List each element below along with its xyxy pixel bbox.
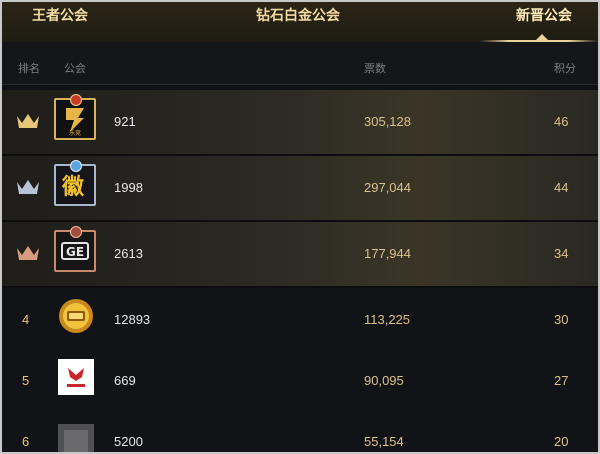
table-row[interactable]: GE 2613 177,944 34 <box>2 222 598 288</box>
gem-icon <box>70 160 82 172</box>
guild-name: 5200 <box>114 434 143 449</box>
guild-logo <box>58 424 94 452</box>
guild-name: 12893 <box>114 312 151 327</box>
guild-score: 44 <box>554 180 569 195</box>
tab-king-guild[interactable]: 王者公会 <box>32 5 88 25</box>
guild-name: 1998 <box>114 180 143 195</box>
bronze-crown-icon <box>17 246 39 260</box>
guild-logo: 徽 <box>54 160 96 206</box>
svg-text:乐竞: 乐竞 <box>69 129 81 137</box>
table-row[interactable]: 5 669 90,095 27 <box>2 349 598 414</box>
tab-bar: 王者公会 钻石白金公会 新晋公会 <box>2 2 598 42</box>
rank-number: 6 <box>22 434 30 449</box>
guild-votes: 177,944 <box>364 246 411 261</box>
guild-votes: 55,154 <box>364 434 404 449</box>
guild-votes: 90,095 <box>364 373 404 388</box>
svg-text:徽: 徽 <box>61 174 85 200</box>
header-score: 积分 <box>554 63 576 75</box>
rank-number: 5 <box>22 373 30 388</box>
guild-name: 2613 <box>114 246 143 261</box>
header-guild: 公会 <box>64 63 86 75</box>
gold-crown-icon <box>17 114 39 128</box>
table-row[interactable]: 徽 1998 297,044 44 <box>2 156 598 222</box>
guild-logo <box>58 359 94 395</box>
guild-score: 20 <box>554 434 569 449</box>
guild-name: 921 <box>114 114 136 129</box>
table-header: 排名 公会 票数 积分 <box>2 42 598 85</box>
guild-score: 34 <box>554 246 569 261</box>
header-rank: 排名 <box>18 63 40 75</box>
header-votes: 票数 <box>364 63 386 75</box>
silver-crown-icon <box>17 180 39 194</box>
guild-votes: 305,128 <box>364 114 411 129</box>
guild-emblem-icon <box>58 359 94 395</box>
gem-icon <box>70 94 82 106</box>
guild-votes: 297,044 <box>364 180 411 195</box>
tab-new-guild[interactable]: 新晋公会 <box>516 5 572 25</box>
guild-name: 669 <box>114 373 136 388</box>
guild-logo: 乐竞 <box>54 94 96 140</box>
active-tab-caret-icon <box>536 34 548 40</box>
gem-icon <box>70 226 82 238</box>
table-row[interactable]: 乐竞 921 305,128 46 <box>2 90 598 156</box>
rank-number: 4 <box>22 312 30 327</box>
guild-ranking-panel: 王者公会 钻石白金公会 新晋公会 排名 公会 票数 积分 乐竞 921 305,… <box>0 0 600 454</box>
table-row[interactable]: 4 12893 113,225 30 <box>2 288 598 353</box>
guild-emblem-icon <box>58 424 94 452</box>
tab-diamond-platinum-guild[interactable]: 钻石白金公会 <box>256 5 340 25</box>
guild-score: 46 <box>554 114 569 129</box>
guild-score: 27 <box>554 373 569 388</box>
svg-text:GE: GE <box>66 245 84 259</box>
table-row[interactable]: 6 5200 55,154 20 <box>2 410 598 452</box>
guild-votes: 113,225 <box>364 312 411 327</box>
guild-logo: GE <box>54 226 96 272</box>
guild-score: 30 <box>554 312 569 327</box>
guild-emblem-icon <box>59 299 93 333</box>
guild-logo <box>58 298 94 334</box>
